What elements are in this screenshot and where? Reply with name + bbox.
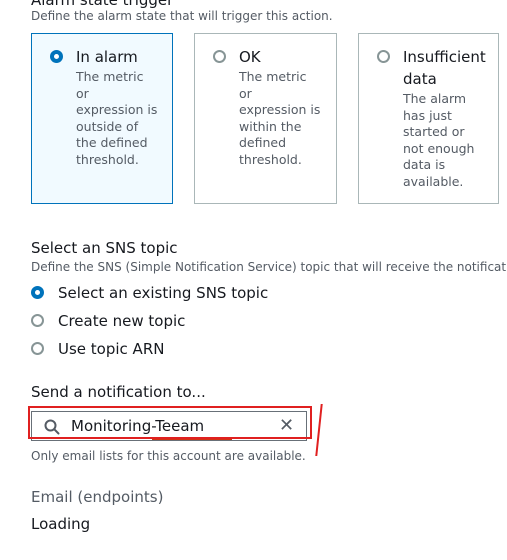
alarm-state-description: Define the alarm state that will trigger… xyxy=(31,9,333,23)
tile-title-line: Insufficient xyxy=(403,48,486,66)
tile-desc-line: threshold. xyxy=(76,151,139,167)
option-label: Use topic ARN xyxy=(58,340,165,358)
tile-desc-line: or xyxy=(76,85,89,101)
sns-description: Define the SNS (Simple Notification Serv… xyxy=(31,260,507,274)
tile-desc-line: The metric xyxy=(239,69,307,84)
tile-desc-line: the defined xyxy=(76,135,148,150)
tile-desc-line: not enough xyxy=(403,140,475,156)
tile-desc-line: The metric xyxy=(76,69,144,84)
in-alarm-radio[interactable] xyxy=(50,50,63,63)
search-icon xyxy=(44,419,60,435)
notify-search-input[interactable] xyxy=(71,415,251,437)
tile-desc-line: expression is xyxy=(76,102,158,117)
endpoints-label: Email (endpoints) xyxy=(31,488,164,506)
endpoints-loading-status: Loading xyxy=(31,515,91,533)
tile-title-line: data xyxy=(403,70,437,88)
tile-title: OK xyxy=(239,48,261,66)
ok-radio[interactable] xyxy=(213,50,226,63)
option-label: Select an existing SNS topic xyxy=(58,284,269,302)
notify-search-field[interactable]: ✕ xyxy=(31,411,307,441)
tile-desc-line: within the xyxy=(239,118,302,134)
option-label: Create new topic xyxy=(58,312,186,330)
tile-desc-line: or xyxy=(239,85,252,101)
alarm-state-title: Alarm state trigger xyxy=(31,0,174,9)
tile-desc-line: available. xyxy=(403,173,464,189)
tile-desc-line: expression is xyxy=(239,102,321,117)
tile-desc-line: defined xyxy=(239,135,287,150)
topic-arn-radio[interactable] xyxy=(31,342,44,355)
sns-title: Select an SNS topic xyxy=(31,239,178,257)
tile-in-alarm[interactable]: In alarm The metric or expression is out… xyxy=(31,33,173,204)
spellcheck-underline xyxy=(152,438,232,440)
tile-insufficient-data[interactable]: Insufficient data The alarm has just sta… xyxy=(358,33,499,204)
annotation-highlight-tail xyxy=(307,404,323,456)
tile-desc-line: started or xyxy=(403,124,465,139)
tile-desc-line: outside of xyxy=(76,118,139,134)
create-topic-radio[interactable] xyxy=(31,314,44,327)
notify-hint: Only email lists for this account are av… xyxy=(31,449,306,463)
insufficient-data-radio[interactable] xyxy=(377,50,390,63)
tile-title: In alarm xyxy=(76,48,138,66)
notify-label: Send a notification to... xyxy=(31,383,206,401)
existing-topic-radio[interactable] xyxy=(31,286,44,299)
tile-desc-line: The alarm xyxy=(403,91,467,106)
tile-desc-line: has just xyxy=(403,107,452,123)
close-icon[interactable]: ✕ xyxy=(279,415,294,437)
tile-ok[interactable]: OK The metric or expression is within th… xyxy=(194,33,337,204)
tile-desc-line: threshold. xyxy=(239,151,302,167)
tile-desc-line: data is xyxy=(403,157,446,172)
